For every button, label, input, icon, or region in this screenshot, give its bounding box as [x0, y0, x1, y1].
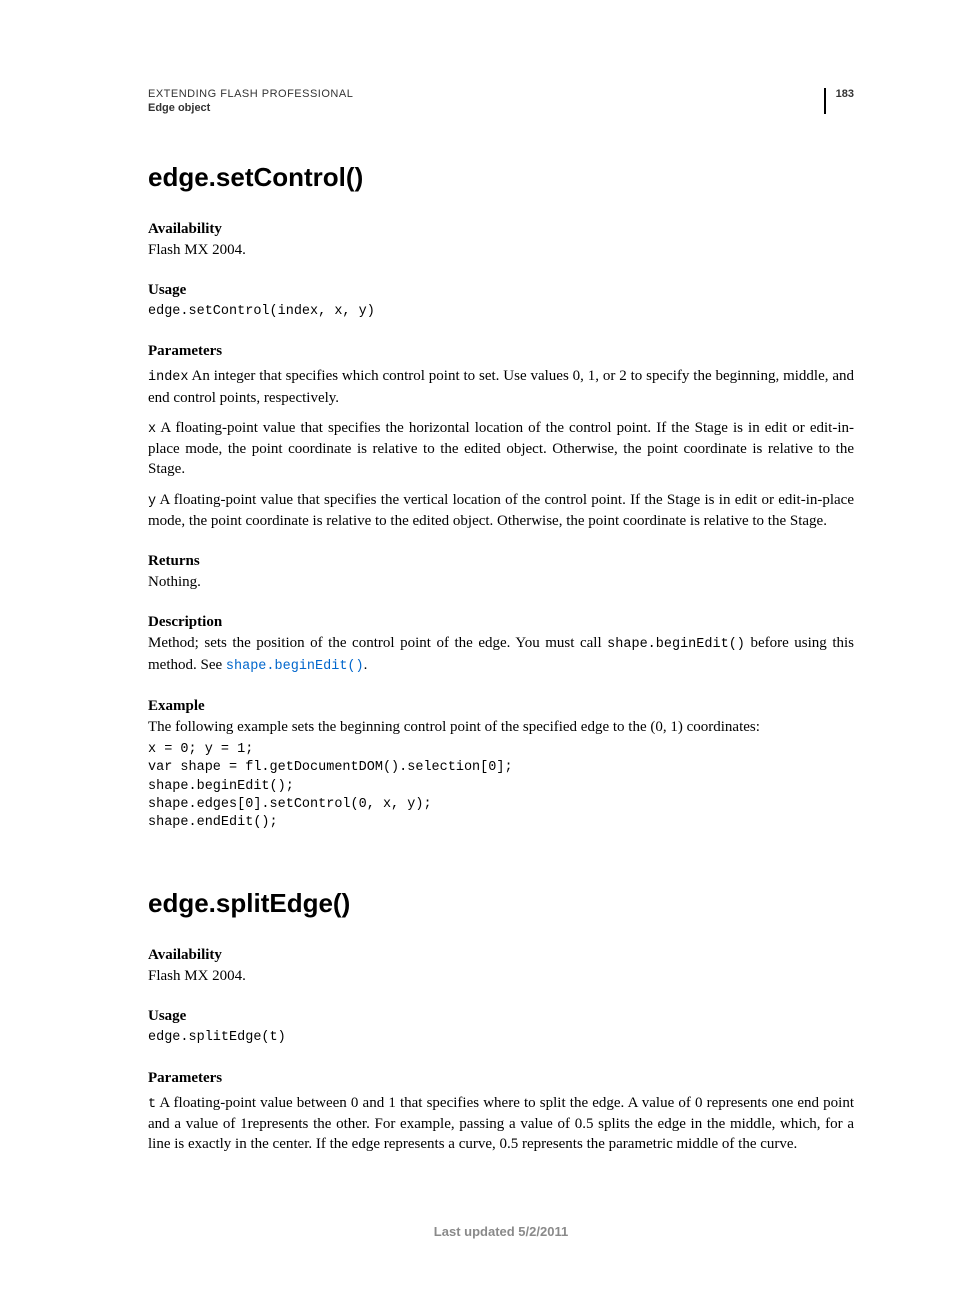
page-container: EXTENDING FLASH PROFESSIONAL Edge object…	[0, 0, 954, 1299]
heading-setcontrol: edge.setControl()	[148, 162, 854, 193]
description-text: Method; sets the position of the control…	[148, 633, 854, 675]
param-index: index An integer that specifies which co…	[148, 366, 854, 407]
param-index-text: An integer that specifies which control …	[148, 368, 854, 405]
param-t-name: t	[148, 1097, 156, 1112]
description-inline-code: shape.beginEdit()	[607, 637, 745, 652]
page-number: 183	[836, 88, 854, 100]
page-footer: Last updated 5/2/2011	[148, 1224, 854, 1239]
param-index-name: index	[148, 370, 189, 385]
param-y-text: A floating-point value that specifies th…	[148, 492, 854, 529]
param-y: y A floating-point value that specifies …	[148, 490, 854, 531]
parameters-label: Parameters	[148, 343, 854, 360]
usage-label-2: Usage	[148, 1008, 854, 1025]
param-x-name: x	[148, 422, 156, 437]
usage-label: Usage	[148, 282, 854, 299]
availability-text-2: Flash MX 2004.	[148, 966, 854, 986]
usage-code-2: edge.splitEdge(t)	[148, 1029, 854, 1047]
description-link[interactable]: shape.beginEdit()	[226, 659, 364, 674]
param-x-text: A floating-point value that specifies th…	[148, 420, 854, 477]
availability-label-2: Availability	[148, 947, 854, 964]
example-code: x = 0; y = 1; var shape = fl.getDocument…	[148, 741, 854, 832]
availability-text: Flash MX 2004.	[148, 240, 854, 260]
page-header: EXTENDING FLASH PROFESSIONAL Edge object…	[148, 88, 854, 114]
availability-label: Availability	[148, 221, 854, 238]
heading-splitedge: edge.splitEdge()	[148, 888, 854, 919]
param-y-name: y	[148, 494, 156, 509]
example-label: Example	[148, 698, 854, 715]
param-t-text: A floating-point value between 0 and 1 t…	[148, 1095, 854, 1152]
doc-subtitle: Edge object	[148, 102, 824, 114]
returns-text: Nothing.	[148, 572, 854, 592]
param-x: x A floating-point value that specifies …	[148, 418, 854, 480]
description-text-c: .	[364, 657, 368, 673]
doc-title: EXTENDING FLASH PROFESSIONAL	[148, 88, 824, 100]
header-left-block: EXTENDING FLASH PROFESSIONAL Edge object	[148, 88, 824, 114]
parameters-label-2: Parameters	[148, 1070, 854, 1087]
returns-label: Returns	[148, 553, 854, 570]
description-label: Description	[148, 614, 854, 631]
page-number-divider: 183	[824, 88, 854, 114]
param-t: t A floating-point value between 0 and 1…	[148, 1093, 854, 1155]
usage-code: edge.setControl(index, x, y)	[148, 303, 854, 321]
example-text: The following example sets the beginning…	[148, 717, 854, 737]
description-text-a: Method; sets the position of the control…	[148, 635, 607, 651]
